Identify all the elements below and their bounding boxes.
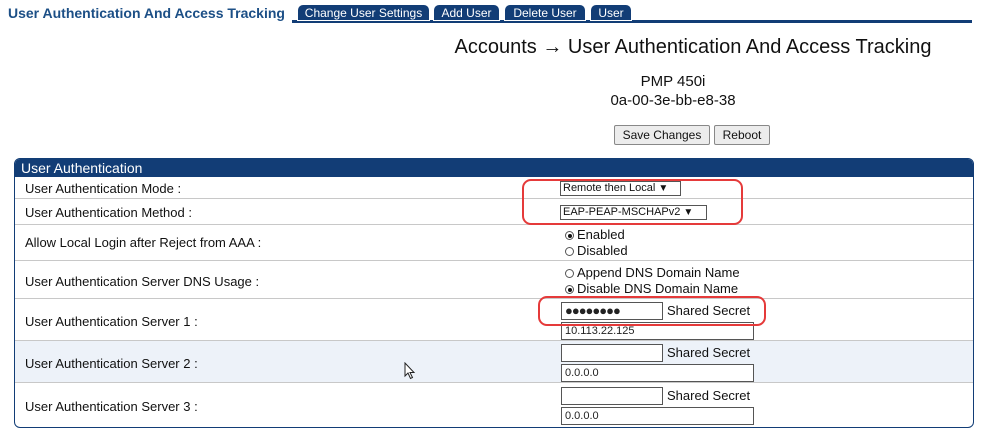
server-1-secret-label: Shared Secret	[667, 303, 751, 318]
server-3-address-input[interactable]: 0.0.0.0	[561, 407, 754, 425]
server-1-row: User Authentication Server 1 : ●●●●●●●● …	[15, 299, 973, 341]
radio-selected-icon	[565, 231, 574, 240]
device-mac: 0a-00-3e-bb-e8-38	[610, 92, 736, 109]
radio-unselected-icon	[565, 247, 574, 256]
server-1-address-input[interactable]: 10.113.22.125	[561, 322, 754, 340]
dns-usage-label: User Authentication Server DNS Usage :	[25, 274, 260, 289]
auth-mode-select[interactable]: Remote then Local ▼	[560, 181, 681, 196]
radio-selected-icon	[565, 285, 574, 294]
reboot-button[interactable]: Reboot	[714, 125, 770, 145]
server-2-row: User Authentication Server 2 : Shared Se…	[15, 341, 973, 383]
radio-unselected-icon	[565, 269, 574, 278]
top-tab-bar: User Authentication And Access Tracking …	[0, 0, 999, 26]
tab-delete-user[interactable]: Delete User	[504, 4, 586, 21]
auth-method-select[interactable]: EAP-PEAP-MSCHAPv2 ▼	[560, 205, 707, 220]
server-2-secret-input[interactable]	[561, 344, 663, 362]
tab-add-user[interactable]: Add User	[433, 4, 500, 21]
auth-method-label: User Authentication Method :	[25, 205, 192, 220]
radio-disable-dns[interactable]: Disable DNS Domain Name	[565, 281, 738, 296]
panel-header: User Authentication	[15, 159, 973, 177]
server-3-secret-input[interactable]	[561, 387, 663, 405]
server-2-address-input[interactable]: 0.0.0.0	[561, 364, 754, 382]
radio-append-dns[interactable]: Append DNS Domain Name	[565, 265, 740, 280]
server-1-secret-input[interactable]: ●●●●●●●●	[561, 302, 663, 320]
server-2-label: User Authentication Server 2 :	[25, 356, 198, 371]
auth-method-value: EAP-PEAP-MSCHAPv2	[563, 206, 681, 218]
user-authentication-panel: User Authentication User Authentication …	[14, 158, 974, 428]
server-3-row: User Authentication Server 3 : Shared Se…	[15, 383, 973, 427]
server-1-label: User Authentication Server 1 :	[25, 314, 198, 329]
local-login-row: Allow Local Login after Reject from AAA …	[15, 225, 973, 261]
auth-mode-row: User Authentication Mode : Remote then L…	[15, 177, 973, 199]
auth-mode-label: User Authentication Mode :	[25, 181, 182, 196]
mouse-pointer-icon	[404, 362, 416, 380]
local-login-label: Allow Local Login after Reject from AAA …	[25, 235, 262, 250]
page-title: Accounts → User Authentication And Acces…	[454, 36, 932, 58]
server-3-label: User Authentication Server 3 :	[25, 399, 198, 414]
device-name: PMP 450i	[640, 73, 706, 90]
auth-method-row: User Authentication Method : EAP-PEAP-MS…	[15, 199, 973, 225]
auth-mode-value: Remote then Local	[563, 182, 656, 194]
radio-enabled[interactable]: Enabled	[565, 227, 625, 242]
section-title: User Authentication And Access Tracking	[8, 5, 285, 21]
server-2-secret-label: Shared Secret	[667, 345, 751, 360]
radio-disabled[interactable]: Disabled	[565, 243, 628, 258]
save-changes-button[interactable]: Save Changes	[614, 125, 710, 145]
chevron-down-icon: ▼	[683, 207, 694, 218]
dns-usage-row: User Authentication Server DNS Usage : A…	[15, 261, 973, 299]
chevron-down-icon: ▼	[658, 183, 669, 194]
tab-change-user-settings[interactable]: Change User Settings	[297, 4, 430, 21]
tab-user[interactable]: User	[590, 4, 632, 21]
server-3-secret-label: Shared Secret	[667, 388, 751, 403]
